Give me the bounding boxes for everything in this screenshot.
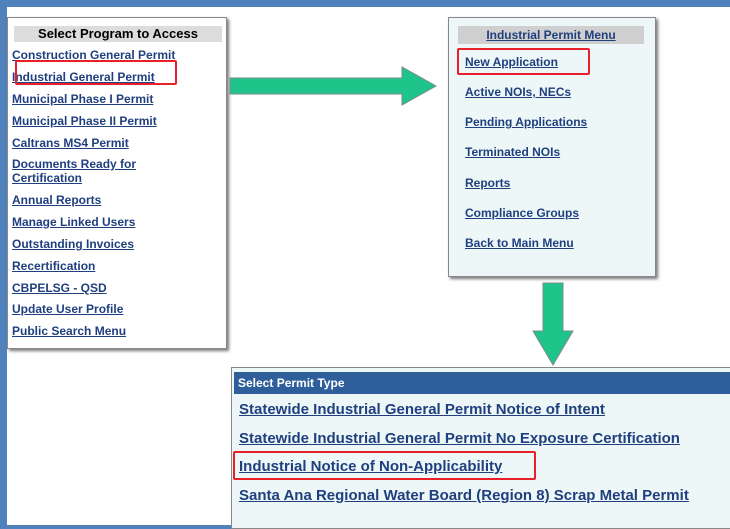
permit-type-panel: Select Permit Type Statewide Industrial … [231,367,730,529]
highlight-industrial-nona [233,451,536,480]
link-recertification[interactable]: Recertification [12,259,95,273]
highlight-industrial-general-permit [15,60,177,85]
link-municipal-phase-2-permit[interactable]: Municipal Phase II Permit [12,114,157,128]
arrow-down-icon [532,282,574,366]
link-documents-ready-for-certification[interactable]: Documents Ready for [12,157,136,171]
link-santa-ana-scrap-metal-permit[interactable]: Santa Ana Regional Water Board (Region 8… [239,487,689,505]
industrial-menu-header: Industrial Permit Menu [458,26,644,44]
link-terminated-nois[interactable]: Terminated NOIs [465,145,560,159]
link-annual-reports[interactable]: Annual Reports [12,193,101,207]
link-outstanding-invoices[interactable]: Outstanding Invoices [12,237,134,251]
link-public-search-menu[interactable]: Public Search Menu [12,324,126,338]
link-compliance-groups[interactable]: Compliance Groups [465,206,579,220]
link-back-to-main-menu[interactable]: Back to Main Menu [465,236,574,250]
link-documents-ready-for-certification-line2[interactable]: Certification [12,171,82,185]
link-caltrans-ms4-permit[interactable]: Caltrans MS4 Permit [12,136,129,150]
link-reports[interactable]: Reports [465,176,510,190]
link-statewide-igp-noi[interactable]: Statewide Industrial General Permit Noti… [239,401,605,419]
arrow-right-icon [229,66,438,106]
link-active-nois-necs[interactable]: Active NOIs, NECs [465,85,571,99]
highlight-new-application [457,48,590,75]
link-update-user-profile[interactable]: Update User Profile [12,302,123,316]
link-manage-linked-users[interactable]: Manage Linked Users [12,215,135,229]
program-panel-header: Select Program to Access [14,26,222,42]
link-municipal-phase-1-permit[interactable]: Municipal Phase I Permit [12,92,153,106]
link-cbpelsg-qsd[interactable]: CBPELSG - QSD [12,281,107,295]
link-statewide-igp-nec[interactable]: Statewide Industrial General Permit No E… [239,430,680,448]
permit-type-header: Select Permit Type [234,372,730,394]
link-pending-applications[interactable]: Pending Applications [465,115,587,129]
